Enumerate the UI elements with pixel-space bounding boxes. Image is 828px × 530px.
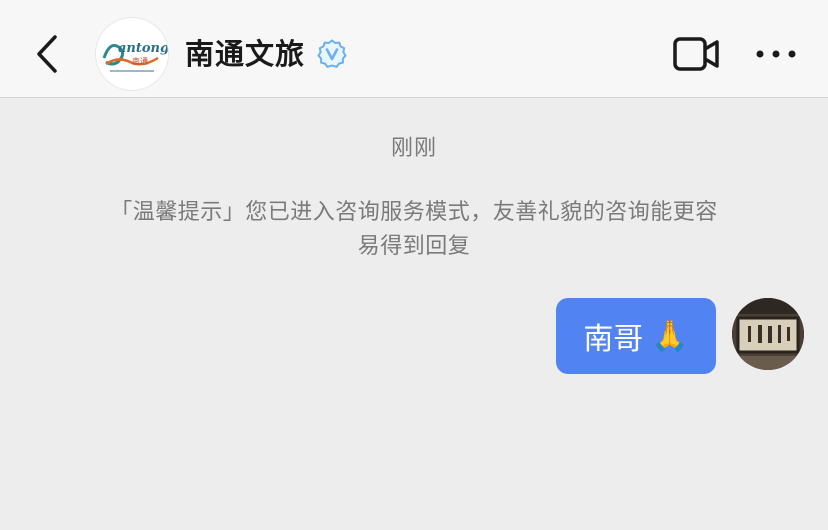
verified-badge-icon — [317, 39, 347, 69]
video-call-button[interactable] — [672, 34, 722, 74]
folded-hands-emoji: 🙏 — [651, 318, 689, 354]
message-timestamp: 刚刚 — [390, 136, 437, 161]
more-options-button[interactable] — [754, 40, 798, 68]
user-avatar[interactable] — [732, 298, 804, 370]
svg-text:antong: antong — [118, 41, 168, 56]
calligraphy-plaque-image — [732, 298, 804, 370]
chat-screen: antong 南通 南通文旅 刚刚 「温馨提示」您已进入咨询服务模式，友善礼貌的… — [0, 0, 828, 530]
video-camera-icon — [673, 37, 719, 71]
chat-title: 南通文旅 — [185, 37, 306, 71]
service-mode-notice: 「温馨提示」您已进入咨询服务模式，友善礼貌的咨询能更容易得到回复 — [110, 200, 718, 259]
chevron-left-icon — [37, 35, 57, 73]
sent-message-bubble[interactable]: 南哥 🙏 — [556, 298, 716, 374]
back-button[interactable] — [28, 30, 68, 78]
chat-header: antong 南通 南通文旅 — [0, 0, 828, 98]
nantong-logo: antong 南通 — [96, 18, 168, 90]
more-dots-icon — [756, 50, 796, 58]
account-logo-avatar[interactable]: antong 南通 — [96, 18, 168, 90]
svg-text:南通: 南通 — [132, 56, 148, 66]
message-text: 南哥 — [583, 322, 644, 357]
